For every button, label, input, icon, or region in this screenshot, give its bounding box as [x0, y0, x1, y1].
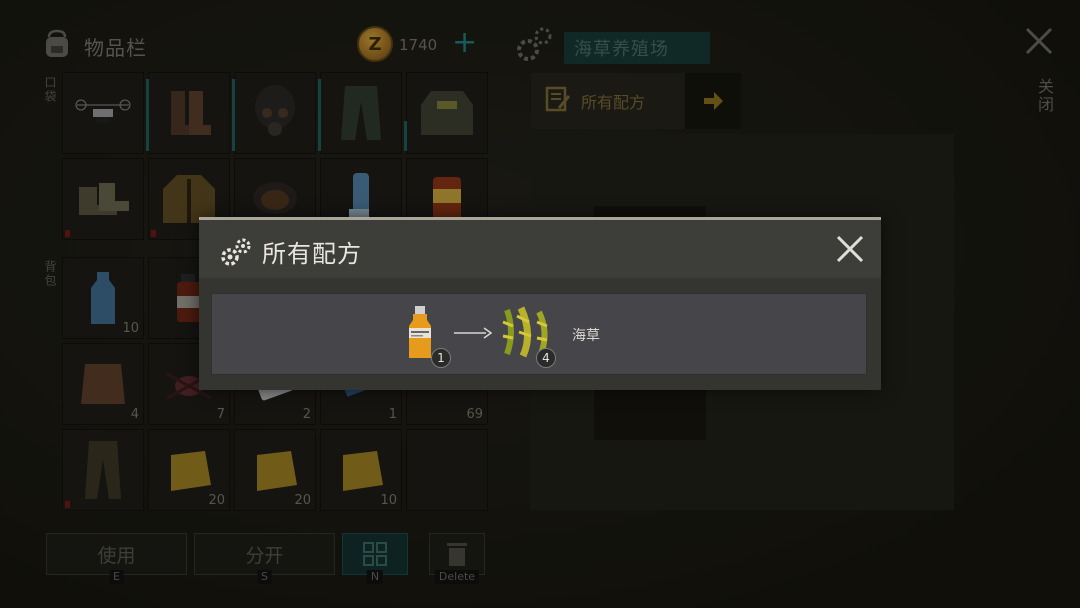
gears-icon [219, 236, 253, 272]
coin-icon: Z [357, 26, 393, 62]
water-bottle-icon [91, 272, 115, 324]
pants-slot[interactable] [318, 72, 402, 154]
dialog-close-button[interactable] [835, 234, 865, 268]
delete-button[interactable]: Delete [429, 533, 485, 584]
recipes-tab[interactable]: 所有配方 [531, 73, 741, 129]
backpack-section-label: 背包 [43, 260, 57, 288]
gears-icon [514, 24, 556, 70]
coin-amount: 1740 [399, 36, 438, 54]
drone-slot[interactable] [62, 72, 144, 154]
pants-icon [341, 86, 381, 140]
trousers-slot[interactable] [62, 429, 144, 511]
vest-slot[interactable] [404, 72, 488, 154]
result-quantity: 4 [536, 348, 556, 368]
recipes-next-button[interactable] [685, 73, 741, 129]
boots-icon [171, 91, 211, 135]
cloth-icon [171, 451, 211, 491]
trousers-icon [85, 441, 121, 499]
cloth-icon [257, 451, 297, 491]
delete-key-hint: Delete [434, 570, 480, 584]
arrow-right-icon [454, 324, 493, 343]
recipe-row[interactable]: 1 4 海草 [211, 293, 867, 375]
use-key-hint: E [109, 570, 124, 584]
arrow-right-icon [704, 92, 723, 110]
trash-icon [447, 543, 467, 566]
cloth-icon [343, 451, 383, 491]
close-label[interactable]: 关闭 [1032, 78, 1056, 114]
item-count: 10 [122, 321, 139, 336]
grid-sort-icon [363, 542, 387, 566]
shoes-icon [79, 183, 129, 215]
item-count: 4 [130, 407, 139, 422]
close-icon[interactable] [1024, 26, 1054, 60]
station-name: 海草养殖场 [564, 32, 710, 64]
animal-hide-icon [81, 364, 125, 404]
equipment-grid [62, 72, 488, 240]
ingredient-quantity: 1 [431, 348, 451, 368]
shoes-slot[interactable] [62, 158, 144, 240]
recipes-tab-label: 所有配方 [581, 93, 646, 112]
add-coins-button[interactable]: + [452, 28, 477, 58]
inventory-header: 物品栏 [40, 26, 147, 66]
recipe-ingredient: 1 [401, 304, 461, 368]
recipe-result: 4 [497, 302, 559, 368]
backpack-icon [40, 27, 74, 65]
recipe-book-icon [545, 86, 571, 116]
cloth-slot-1[interactable]: 20 [148, 429, 230, 511]
inventory-title: 物品栏 [84, 35, 147, 60]
item-count: 69 [466, 407, 483, 422]
gas-mask-icon [255, 85, 295, 136]
item-count: 2 [302, 407, 311, 422]
empty-slot[interactable] [406, 429, 488, 511]
sort-key-hint: N [366, 570, 384, 584]
item-count: 20 [208, 493, 225, 508]
all-recipes-dialog: 所有配方 1 4 海草 [199, 217, 881, 390]
water-bottle-slot[interactable]: 10 [62, 257, 144, 339]
boots-slot[interactable] [146, 72, 230, 154]
sort-button[interactable]: N [342, 533, 408, 584]
split-key-hint: S [257, 570, 272, 584]
item-count: 7 [216, 407, 225, 422]
split-button[interactable]: 分开 S [194, 533, 335, 584]
split-button-label: 分开 [245, 544, 284, 567]
hide-slot[interactable]: 4 [62, 343, 144, 425]
result-name: 海草 [572, 328, 600, 344]
dialog-header: 所有配方 [199, 220, 881, 278]
use-button-label: 使用 [97, 544, 136, 567]
close-icon [836, 235, 864, 263]
cloth-slot-3[interactable]: 10 [320, 429, 402, 511]
equipment-section-label: 口袋 [43, 76, 57, 104]
vest-icon [421, 91, 473, 135]
dialog-title: 所有配方 [262, 240, 362, 268]
gas-mask-slot[interactable] [232, 72, 316, 154]
item-count: 20 [294, 493, 311, 508]
item-count: 10 [380, 493, 397, 508]
item-count: 1 [388, 407, 397, 422]
use-button[interactable]: 使用 E [46, 533, 187, 584]
drone-icon [75, 99, 131, 123]
cloth-slot-2[interactable]: 20 [234, 429, 316, 511]
